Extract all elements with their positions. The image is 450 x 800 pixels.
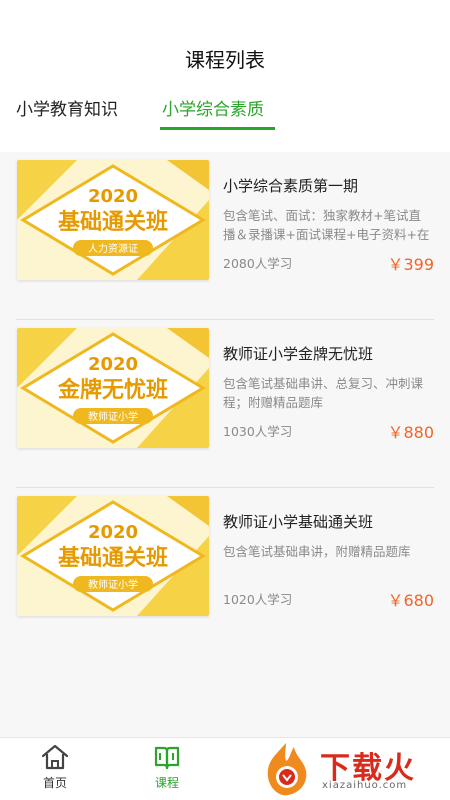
course-item[interactable]: 2020 基础通关班 教师证小学 教师证小学基础通关班 包含笔试基础串讲，附赠精…	[0, 488, 450, 656]
thumb-title: 基础通关班	[58, 546, 168, 571]
home-icon	[41, 744, 69, 770]
tab-primary-education-knowledge[interactable]: 小学教育知识	[16, 95, 118, 120]
learner-count: 1020人学习	[223, 592, 293, 607]
thumb-year: 2020	[88, 354, 138, 375]
course-title: 教师证小学基础通关班	[223, 513, 374, 531]
course-title: 小学综合素质第一期	[223, 177, 359, 195]
tab-home-label: 首页	[42, 776, 67, 790]
course-description: 包含笔试基础串讲，附赠精品题库	[223, 544, 411, 559]
thumb-title: 基础通关班	[58, 210, 168, 235]
book-icon	[154, 746, 180, 770]
active-tab-indicator	[160, 127, 275, 130]
thumb-badge: 教师证小学	[88, 410, 138, 423]
course-price: ￥680	[387, 591, 434, 610]
thumb-badge: 教师证小学	[88, 578, 138, 591]
course-thumbnail: 2020 金牌无忧班 教师证小学	[17, 328, 209, 448]
learner-count: 1030人学习	[223, 424, 293, 439]
bottom-tab-bar: 首页 课程 下载火 xiazaihuo.com	[0, 737, 450, 800]
course-thumbnail: 2020 基础通关班 人力资源证	[17, 160, 209, 280]
flame-logo-icon	[267, 743, 307, 796]
tab-course-label: 课程	[154, 776, 179, 790]
tab-primary-comprehensive-quality[interactable]: 小学综合素质	[162, 95, 264, 120]
course-title: 教师证小学金牌无忧班	[223, 345, 374, 363]
course-description: 包含笔试、面试：独家教材+笔试直播＆录播课+面试课程+电子资料+在线...	[223, 208, 430, 242]
watermark-url: xiazaihuo.com	[322, 780, 408, 791]
course-item[interactable]: 2020 金牌无忧班 教师证小学 教师证小学金牌无忧班 包含笔试基础串讲、总复习…	[0, 320, 450, 488]
course-price: ￥399	[387, 255, 434, 274]
tab-home[interactable]: 首页	[20, 742, 90, 791]
course-description: 包含笔试基础串讲、总复习、冲刺课程；附赠精品题库	[223, 376, 424, 410]
page-title: 课程列表	[185, 48, 265, 72]
tab-course[interactable]: 课程	[132, 742, 202, 791]
thumb-badge: 人力资源证	[88, 242, 138, 255]
thumb-year: 2020	[88, 522, 138, 543]
course-list: 2020 基础通关班 人力资源证 小学综合素质第一期 包含笔试、面试：独家教材+…	[0, 152, 450, 656]
course-thumbnail: 2020 基础通关班 教师证小学	[17, 496, 209, 616]
watermark: 下载火 xiazaihuo.com	[250, 737, 450, 800]
course-price: ￥880	[387, 423, 434, 442]
learner-count: 2080人学习	[223, 256, 293, 271]
course-item[interactable]: 2020 基础通关班 人力资源证 小学综合素质第一期 包含笔试、面试：独家教材+…	[0, 152, 450, 320]
thumb-title: 金牌无忧班	[57, 377, 168, 403]
thumb-year: 2020	[88, 186, 138, 207]
header: 课程列表 小学教育知识 小学综合素质	[0, 0, 450, 152]
